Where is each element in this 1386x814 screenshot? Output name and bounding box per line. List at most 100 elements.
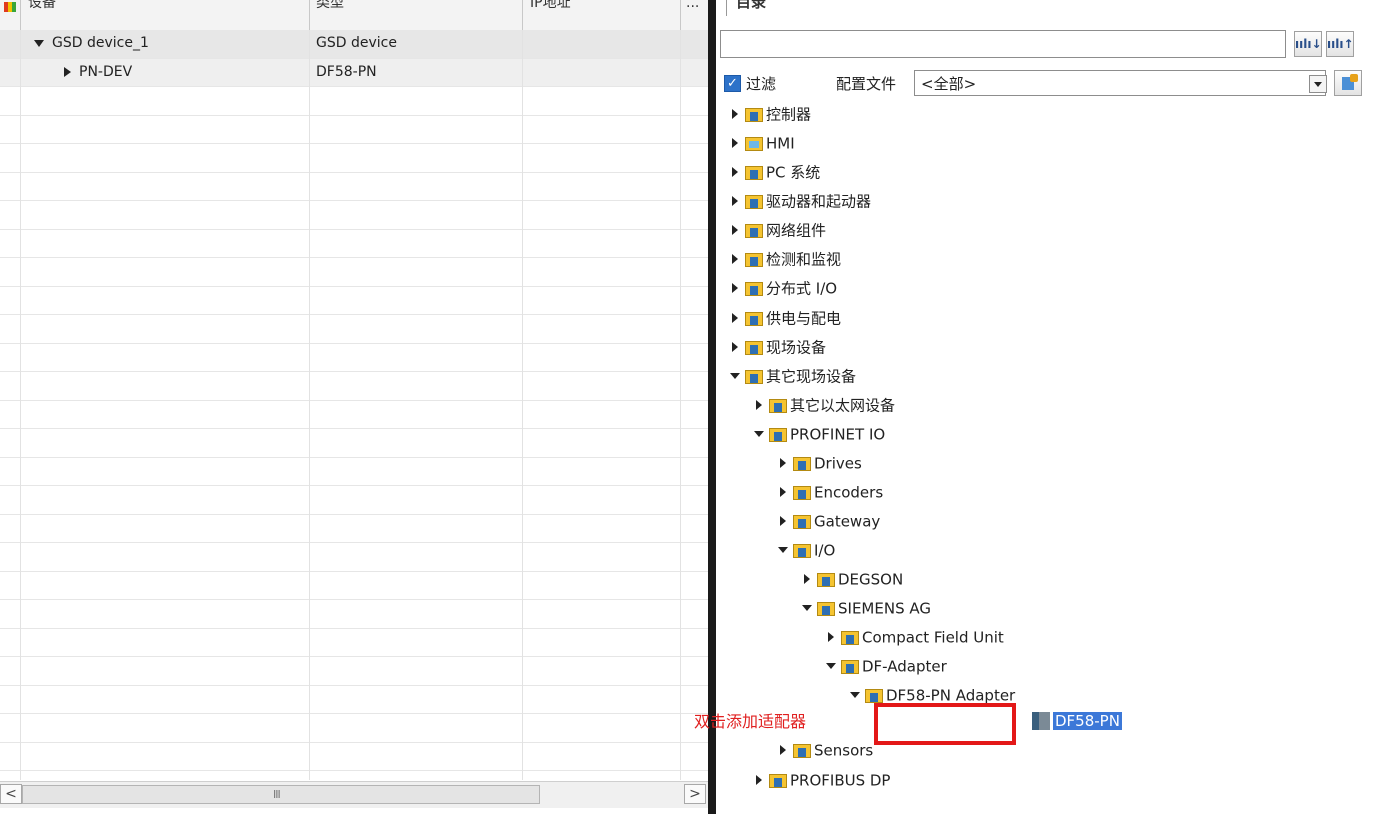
tree-node[interactable]: 其它以太网设备	[754, 391, 895, 419]
expand-arrow-icon[interactable]	[754, 766, 766, 794]
tree-node[interactable]: PC 系统	[730, 158, 820, 186]
chevron-down-icon[interactable]	[1309, 75, 1327, 93]
panel-splitter[interactable]	[708, 0, 716, 814]
filter-checkbox[interactable]: ✓	[724, 75, 741, 92]
header-ip-address[interactable]: IP地址	[530, 0, 571, 14]
expand-arrow-icon[interactable]	[778, 449, 790, 477]
scroll-right-button[interactable]: >	[684, 784, 706, 804]
table-row[interactable]	[0, 87, 708, 116]
tree-node[interactable]: 网络组件	[730, 216, 826, 244]
table-row[interactable]	[0, 287, 708, 315]
table-row[interactable]	[0, 315, 708, 344]
table-row[interactable]	[0, 486, 708, 515]
horizontal-scrollbar[interactable]: < III >	[0, 781, 708, 808]
expand-arrow-icon[interactable]	[730, 245, 742, 273]
scroll-left-button[interactable]: <	[0, 784, 22, 804]
device-module-icon	[1032, 711, 1050, 730]
collapse-arrow-icon[interactable]	[754, 420, 766, 448]
expand-arrow-icon[interactable]	[730, 129, 742, 157]
tree-node[interactable]: DEGSON	[802, 565, 903, 593]
table-row[interactable]	[0, 344, 708, 372]
table-row[interactable]	[0, 515, 708, 543]
tree-node-label: 供电与配电	[766, 309, 842, 328]
search-up-icon[interactable]: ıılı↑	[1326, 31, 1354, 57]
tree-node[interactable]: SIEMENS AG	[802, 594, 931, 622]
table-row[interactable]	[0, 600, 708, 629]
collapse-arrow-icon[interactable]	[778, 536, 790, 564]
expand-arrow-icon[interactable]	[64, 66, 71, 77]
cell-type: GSD device	[316, 35, 397, 51]
expand-arrow-icon[interactable]	[778, 736, 790, 764]
tree-node[interactable]: Sensors	[778, 736, 873, 764]
header-more[interactable]: ...	[686, 0, 699, 14]
folder-icon	[745, 340, 763, 355]
table-row[interactable]	[0, 714, 708, 743]
table-row[interactable]	[0, 401, 708, 429]
header-device[interactable]: 设备	[28, 0, 56, 14]
device-name: PN-DEV	[79, 63, 133, 80]
expand-arrow-icon[interactable]	[730, 274, 742, 302]
table-row[interactable]	[0, 173, 708, 201]
table-row[interactable]	[0, 144, 708, 173]
expand-arrow-icon[interactable]	[730, 304, 742, 332]
expand-arrow-icon[interactable]	[730, 100, 742, 128]
tree-node[interactable]: Encoders	[778, 478, 883, 506]
table-row[interactable]	[0, 743, 708, 771]
collapse-arrow-icon[interactable]	[730, 362, 742, 390]
tree-node[interactable]: 供电与配电	[730, 304, 841, 332]
table-row[interactable]	[0, 201, 708, 230]
collapse-arrow-icon[interactable]	[802, 594, 814, 622]
collapse-arrow-icon[interactable]	[850, 681, 862, 709]
profile-settings-icon[interactable]	[1334, 70, 1362, 96]
table-row[interactable]	[0, 657, 708, 686]
tree-node[interactable]: PROFIBUS DP	[754, 766, 890, 794]
tree-node[interactable]: Gateway	[778, 507, 880, 535]
profile-select[interactable]: <全部>	[914, 70, 1327, 96]
header-type[interactable]: 类型	[316, 0, 344, 14]
tree-node[interactable]: 其它现场设备	[730, 362, 856, 390]
search-down-icon[interactable]: ıılı↓	[1294, 31, 1322, 57]
folder-icon	[745, 281, 763, 296]
catalog-search-input[interactable]	[720, 30, 1286, 58]
expand-arrow-icon[interactable]	[730, 333, 742, 361]
table-row[interactable]	[0, 572, 708, 600]
table-row[interactable]	[0, 429, 708, 458]
tree-node[interactable]: 驱动器和起动器	[730, 187, 871, 215]
tree-node[interactable]: 分布式 I/O	[730, 274, 837, 302]
expand-arrow-icon[interactable]	[778, 478, 790, 506]
table-row[interactable]	[0, 116, 708, 144]
collapse-arrow-icon[interactable]	[826, 652, 838, 680]
table-row[interactable]	[0, 686, 708, 714]
tree-node[interactable]: PROFINET IO	[754, 420, 885, 448]
tree-node[interactable]: I/O	[778, 536, 835, 564]
expand-arrow-icon[interactable]	[730, 216, 742, 244]
expand-arrow-icon[interactable]	[802, 565, 814, 593]
scroll-thumb[interactable]: III	[22, 785, 540, 804]
tree-node-label: DF-Adapter	[862, 657, 947, 676]
expand-arrow-icon[interactable]	[730, 187, 742, 215]
folder-icon	[769, 398, 787, 413]
tree-node[interactable]: 检测和监视	[730, 245, 841, 273]
table-row[interactable]: PN-DEV DF58-PN	[0, 58, 708, 87]
tree-node[interactable]: DF-Adapter	[826, 652, 947, 680]
expand-arrow-icon[interactable]	[754, 391, 766, 419]
tree-node[interactable]: Compact Field Unit	[826, 623, 1004, 651]
table-row[interactable]	[0, 543, 708, 572]
expand-arrow-icon[interactable]	[730, 158, 742, 186]
table-row[interactable]	[0, 372, 708, 401]
table-row[interactable]: GSD device_1 GSD device	[0, 30, 708, 59]
collapse-arrow-icon[interactable]	[34, 39, 44, 47]
table-row[interactable]	[0, 629, 708, 657]
tree-node[interactable]: DF58-PN	[1032, 706, 1122, 734]
table-row[interactable]	[0, 458, 708, 486]
expand-arrow-icon[interactable]	[778, 507, 790, 535]
tree-node[interactable]: HMI	[730, 129, 795, 157]
tree-node[interactable]: Drives	[778, 449, 862, 477]
table-row[interactable]	[0, 230, 708, 258]
tree-node[interactable]: 现场设备	[730, 333, 826, 361]
tree-node[interactable]: 控制器	[730, 100, 811, 128]
folder-icon	[769, 773, 787, 788]
expand-arrow-icon[interactable]	[826, 623, 838, 651]
folder-icon	[793, 543, 811, 558]
table-row[interactable]	[0, 258, 708, 287]
